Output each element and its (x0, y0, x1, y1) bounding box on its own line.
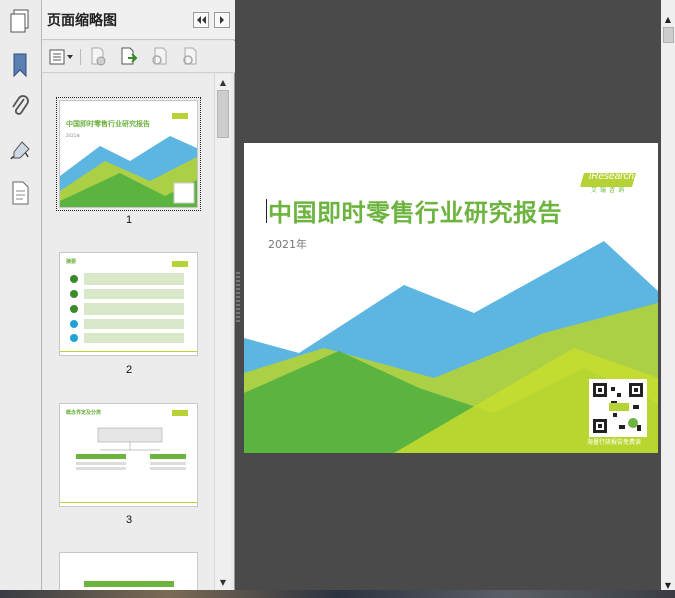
options-menu-icon[interactable] (47, 47, 75, 67)
thumbnail-2-title: 摘要 (66, 259, 77, 265)
thumbnail-scrollbar[interactable]: ▲ ▼ (214, 74, 231, 590)
page-thumbnails-panel: 页面缩略图 中国即时零售行业研究报告 2021年 1 摘要 2 概念界定及分类 … (42, 0, 235, 598)
brand-subtitle: 艾瑞咨询 (591, 187, 628, 194)
attachment-icon[interactable] (3, 90, 37, 124)
double-left-arrow-icon[interactable] (193, 12, 209, 28)
thumbnail-list[interactable]: 中国即时零售行业研究报告 2021年 1 摘要 2 概念界定及分类 3 (43, 74, 215, 590)
thumbnail-3-number: 3 (125, 514, 133, 526)
panel-title: 页面缩略图 (47, 13, 117, 29)
thumbnail-2-number: 2 (125, 364, 133, 376)
replace-page-icon[interactable] (178, 47, 200, 67)
thumbnail-page-1[interactable]: 中国即时零售行业研究报告 2021年 (56, 97, 201, 211)
qr-code (589, 379, 647, 437)
scrollbar-thumb[interactable] (217, 90, 229, 138)
thumbnail-page-2[interactable]: 摘要 (59, 252, 198, 356)
document-page: 中国即时零售行业研究报告 2021年 iResearch 艾瑞咨询 海量行研报告… (244, 143, 658, 453)
thumbnail-1-number: 1 (125, 214, 133, 226)
text-cursor (266, 199, 267, 223)
panel-resize-handle[interactable] (236, 272, 240, 322)
scroll-down-arrow-icon[interactable]: ▼ (215, 574, 231, 590)
signature-icon[interactable] (3, 134, 37, 168)
panel-toolbar (42, 41, 235, 73)
thumbnail-1-title: 中国即时零售行业研究报告 (66, 120, 150, 128)
qr-caption: 海量行研报告免费读 (587, 439, 642, 446)
extract-page-icon[interactable] (148, 47, 170, 67)
main-scrollbar[interactable]: ▲ ▼ (661, 0, 675, 598)
panel-header: 页面缩略图 (42, 0, 235, 40)
right-arrow-icon[interactable] (214, 12, 230, 28)
thumbnail-page-3[interactable]: 概念界定及分类 (59, 403, 198, 507)
desktop-background-strip (0, 590, 675, 598)
pages-icon[interactable] (3, 4, 37, 38)
main-scrollbar-thumb[interactable] (663, 27, 674, 43)
bookmark-icon[interactable] (3, 48, 37, 82)
navigation-rail (0, 0, 42, 598)
document-icon[interactable] (3, 176, 37, 210)
thumbnail-page-4[interactable] (59, 552, 198, 590)
delete-page-icon[interactable] (87, 47, 109, 67)
toolbar-divider (80, 49, 81, 65)
document-year: 2021年 (268, 238, 307, 251)
scroll-up-arrow-icon[interactable]: ▲ (661, 12, 675, 26)
thumbnail-1-year: 2021年 (66, 133, 81, 138)
thumbnail-3-title: 概念界定及分类 (66, 410, 102, 416)
document-title: 中国即时零售行业研究报告 (268, 199, 562, 227)
insert-page-icon[interactable] (118, 47, 140, 67)
scroll-up-arrow-icon[interactable]: ▲ (215, 74, 231, 90)
brand-logo: iResearch (589, 171, 635, 182)
